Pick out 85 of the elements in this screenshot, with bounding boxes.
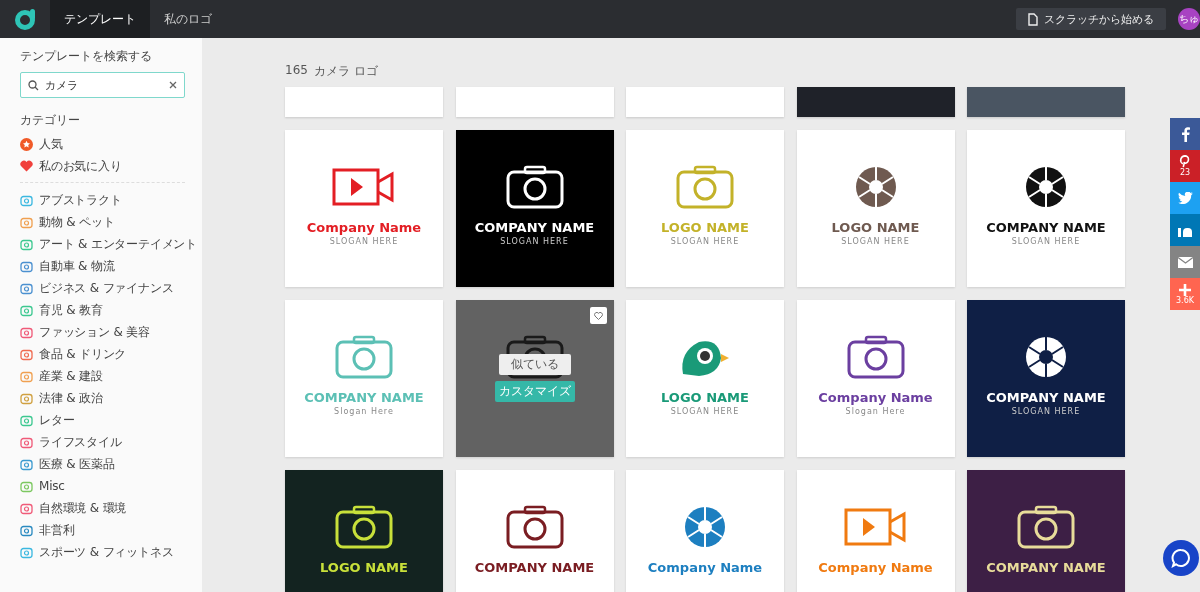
similar-button[interactable]: 似ている	[498, 354, 571, 375]
logo-card[interactable]: LOGO NAME	[285, 470, 443, 592]
logo-card[interactable]: Company Name	[626, 470, 784, 592]
category-link[interactable]: ライフスタイル	[39, 433, 122, 451]
categories-heading: カテゴリー	[20, 113, 81, 128]
logo-company-name: Company Name	[818, 560, 933, 575]
logo-company-name: Company Name	[306, 220, 422, 235]
logo-card[interactable]: Company Name SLOGAN HERE	[285, 130, 443, 287]
search-icon	[28, 80, 39, 91]
category-link[interactable]: レター	[39, 411, 75, 429]
search-heading: テンプレートを検索する	[20, 49, 153, 64]
logo-company-name: LOGO NAME	[661, 220, 749, 235]
category-link[interactable]: スポーツ & フィットネス	[39, 543, 174, 561]
logo-slogan: SLOGAN HERE	[329, 237, 399, 246]
category-link[interactable]: 自動車 & 物流	[39, 257, 115, 275]
category-link[interactable]: 私のお気に入り	[39, 157, 122, 175]
logo-card[interactable]: COMPANY NAME	[967, 470, 1125, 592]
category-link[interactable]: ビジネス & ファイナンス	[39, 279, 174, 297]
plus-icon	[1179, 283, 1191, 296]
logo-card[interactable]: LOGO NAME SLOGAN HERE	[626, 130, 784, 287]
logo-company-name: COMPANY NAME	[986, 390, 1106, 405]
logo-company-name: Company Name	[647, 560, 763, 575]
category-link[interactable]: 法律 & 政治	[39, 389, 103, 407]
logo-company-name: LOGO NAME	[831, 220, 920, 235]
category-link[interactable]: 産業 & 建設	[39, 367, 103, 385]
share-count: 3.6K	[1176, 295, 1194, 305]
logo-slogan: Slogan Here	[334, 407, 394, 416]
logo-card[interactable]: COMPANY NAME Slogan Here	[285, 300, 443, 457]
logo-slogan: Slogan Here	[845, 407, 906, 416]
category-link[interactable]: 非営利	[39, 521, 75, 539]
category-link[interactable]: アート & エンターテイメント	[39, 235, 197, 253]
category-link[interactable]: ファッション & 美容	[39, 323, 150, 341]
speech-bubble-icon	[1171, 548, 1191, 568]
app-logo-icon[interactable]	[14, 7, 38, 31]
logo-slogan: SLOGAN HERE	[670, 237, 740, 246]
share-count: 23	[1179, 168, 1191, 177]
result-count: 165	[285, 63, 308, 79]
logo-card[interactable]: LOGO NAME SLOGAN HERE	[796, 130, 955, 287]
linkedin-share-button[interactable]	[1170, 214, 1200, 246]
clear-icon[interactable]	[169, 81, 177, 89]
heart-icon	[593, 311, 603, 320]
logo-slogan: SLOGAN HERE	[1011, 237, 1081, 246]
logo-company-name: COMPANY NAME	[474, 560, 595, 575]
category-link[interactable]: アブストラクト	[39, 191, 122, 209]
logo-card[interactable]: COMPANY NAME	[455, 470, 614, 592]
logo-company-name: COMPANY NAME	[986, 560, 1106, 575]
logo-slogan: SLOGAN HERE	[500, 237, 569, 246]
category-link[interactable]: 人気	[39, 135, 63, 153]
logo-company-name: COMPANY NAME	[986, 220, 1106, 235]
user-avatar[interactable]: ちゅ	[1178, 8, 1200, 30]
document-icon	[1028, 12, 1038, 26]
logo-card[interactable]: COMPANY NAME SLOGAN HERE	[967, 130, 1125, 287]
start-from-scratch-button[interactable]: スクラッチから始める	[1016, 8, 1166, 30]
category-link[interactable]: 食品 & ドリンク	[39, 345, 127, 363]
facebook-share-button[interactable]	[1170, 118, 1200, 150]
mail-icon	[1177, 256, 1193, 268]
pinterest-icon	[1179, 155, 1191, 168]
email-share-button[interactable]	[1170, 246, 1200, 278]
nav-tab[interactable]: テンプレート	[50, 0, 150, 38]
bird-icon	[1177, 192, 1193, 204]
category-link[interactable]: 動物 & ペット	[39, 213, 115, 231]
logo-slogan: SLOGAN HERE	[841, 237, 910, 246]
category-link[interactable]: 自然環境 & 環境	[39, 499, 127, 517]
logo-company-name: COMPANY NAME	[304, 390, 424, 405]
logo-slogan: SLOGAN HERE	[670, 407, 740, 416]
category-link[interactable]: 医療 & 医薬品	[39, 455, 115, 473]
logo-slogan: SLOGAN HERE	[1011, 407, 1081, 416]
logo-card[interactable]: Company Name Slogan Here	[796, 300, 955, 457]
facebook-icon	[1180, 126, 1190, 142]
twitter-share-button[interactable]	[1170, 182, 1200, 214]
logo-card[interactable]: 似ている カスタマイズ	[455, 300, 614, 457]
nav-tab[interactable]: 私のロゴ	[150, 0, 226, 38]
logo-company-name: COMPANY NAME	[474, 220, 595, 235]
chat-button[interactable]	[1163, 540, 1199, 576]
search-field[interactable]: カメラ	[20, 72, 185, 98]
results-title: カメラ ロゴ	[313, 63, 378, 79]
logo-card[interactable]: COMPANY NAME SLOGAN HERE	[455, 130, 614, 287]
logo-card[interactable]: COMPANY NAME SLOGAN HERE	[967, 300, 1125, 457]
logo-card[interactable]: LOGO NAME SLOGAN HERE	[626, 300, 784, 457]
logo-company-name: Company Name	[818, 390, 933, 405]
category-link[interactable]: Misc	[39, 479, 65, 493]
category-link[interactable]: 育児 & 教育	[39, 301, 103, 319]
logo-company-name: LOGO NAME	[320, 560, 408, 575]
logo-company-name: LOGO NAME	[661, 390, 749, 405]
pinterest-share-button[interactable]: 23	[1170, 150, 1200, 182]
